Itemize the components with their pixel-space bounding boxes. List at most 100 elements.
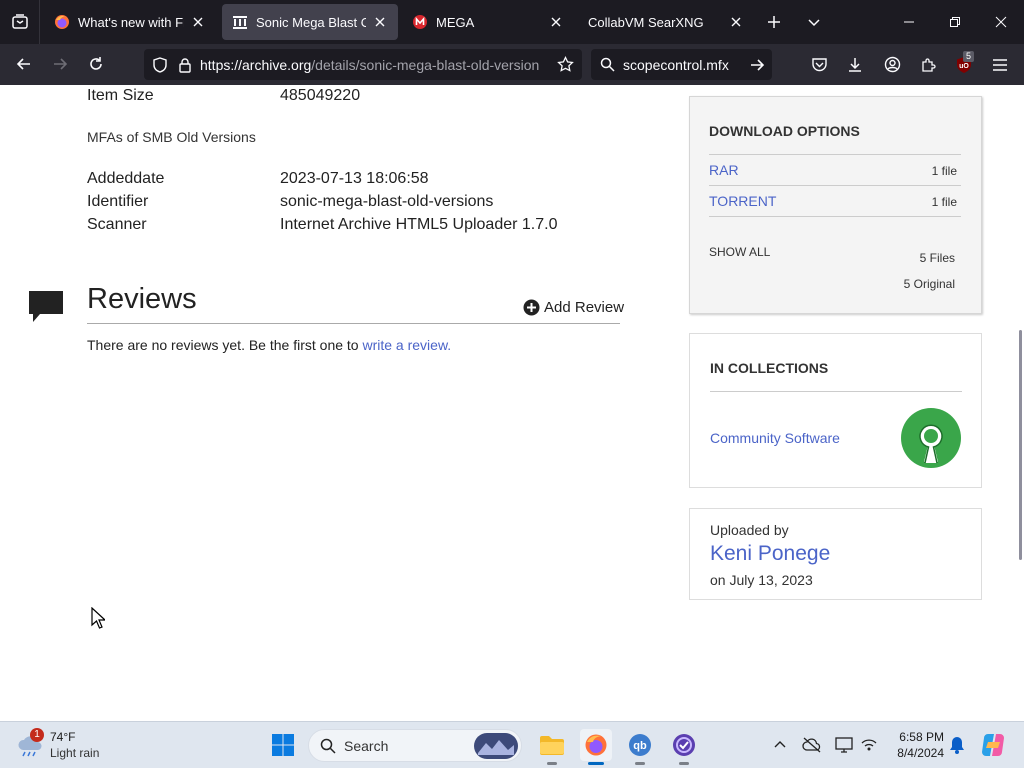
reviews-heading: Reviews	[87, 283, 197, 315]
new-tab-button[interactable]	[754, 0, 794, 44]
write-review-link[interactable]: write a review.	[362, 337, 451, 353]
show-hidden-icons-button[interactable]	[769, 734, 791, 756]
reload-button[interactable]	[78, 46, 114, 82]
close-window-button[interactable]	[978, 0, 1024, 44]
metadata-value: Internet Archive HTML5 Uploader 1.7.0	[280, 216, 558, 233]
taskbar-app[interactable]	[668, 729, 700, 765]
url-path: /details/sonic-mega-blast-old-version	[311, 56, 540, 73]
svg-text:qb: qb	[633, 740, 647, 752]
add-review-button[interactable]: Add Review	[523, 299, 624, 316]
tracking-protection-shield-icon[interactable]	[152, 56, 168, 73]
tab-sonic-mega-blast[interactable]: Sonic Mega Blast Old V	[222, 4, 398, 40]
url-bar[interactable]: https://archive.org/details/sonic-mega-b…	[144, 49, 582, 80]
bookmark-star-icon[interactable]	[557, 56, 574, 73]
tab-title: Sonic Mega Blast Old V	[256, 14, 366, 30]
add-review-label: Add Review	[544, 299, 625, 316]
format-file-count: 1 file	[931, 164, 957, 178]
puzzle-icon	[922, 57, 936, 72]
collection-link-community-software[interactable]: Community Software	[710, 430, 840, 446]
display-tray-icon[interactable]	[833, 734, 855, 756]
search-icon	[600, 57, 615, 72]
navigation-toolbar: https://archive.org/details/sonic-mega-b…	[0, 44, 1024, 85]
total-files-link[interactable]: 5 Files	[920, 251, 955, 265]
account-icon	[884, 56, 900, 73]
tab-overview-icon	[11, 14, 28, 29]
start-button[interactable]	[267, 729, 299, 761]
forward-button[interactable]	[42, 46, 78, 82]
running-indicator	[547, 762, 557, 765]
onedrive-tray-icon[interactable]	[801, 734, 823, 756]
running-indicator	[679, 762, 689, 765]
bell-icon	[950, 737, 964, 754]
app-menu-button[interactable]	[985, 49, 1015, 80]
tab-collabvm-searxng[interactable]: CollabVM SearXNG	[578, 4, 754, 40]
cloud-offline-icon	[802, 737, 821, 753]
hamburger-menu-icon	[993, 58, 1007, 71]
folder-icon	[540, 736, 564, 755]
minimize-icon	[904, 21, 914, 23]
tab-firefox-whats-new[interactable]: What's new with Firefo	[44, 4, 216, 40]
close-tab-icon[interactable]	[372, 14, 388, 30]
taskbar-search-box[interactable]: Search	[308, 729, 522, 762]
metadata-label: Identifier	[87, 193, 149, 210]
weather-widget[interactable]: 1 74°F Light rain	[16, 728, 126, 764]
original-files-link[interactable]: 5 Original	[904, 277, 955, 291]
copilot-button[interactable]	[980, 732, 1006, 758]
chevron-up-icon	[774, 741, 786, 748]
format-link-rar[interactable]: RAR	[709, 162, 739, 178]
list-all-tabs-button[interactable]	[794, 0, 834, 44]
item-size-value: 485049220	[280, 87, 361, 104]
plus-circle-icon	[523, 299, 540, 316]
restore-icon	[950, 17, 960, 27]
item-notes: MFAs of SMB Old Versions	[87, 129, 256, 145]
chevron-down-icon	[808, 19, 820, 27]
divider	[709, 216, 961, 217]
network-tray-icon[interactable]	[858, 734, 880, 756]
close-tab-icon[interactable]	[728, 14, 744, 30]
taskbar-qbittorrent[interactable]: qb	[624, 729, 656, 765]
uploaded-by-label: Uploaded by	[710, 522, 789, 538]
windows-logo-icon	[272, 734, 294, 756]
account-button[interactable]	[877, 49, 907, 80]
metadata-label: Scanner	[87, 216, 147, 233]
pocket-button[interactable]	[804, 49, 834, 80]
url-host: https://archive.org	[200, 56, 312, 73]
scrollbar-thumb[interactable]	[1019, 330, 1022, 560]
tab-mega[interactable]: MEGA	[402, 4, 574, 40]
back-button[interactable]	[6, 46, 42, 82]
format-link-torrent[interactable]: TORRENT	[709, 193, 776, 209]
tab-title: CollabVM SearXNG	[588, 14, 704, 30]
format-file-count: 1 file	[931, 195, 957, 209]
tab-overview-button[interactable]	[0, 0, 40, 44]
download-format-row[interactable]: TORRENT 1 file	[709, 185, 961, 216]
show-all-link[interactable]: SHOW ALL	[709, 245, 770, 259]
download-format-row[interactable]: RAR 1 file	[709, 154, 961, 185]
notifications-button[interactable]	[946, 734, 968, 756]
taskbar-firefox[interactable]	[580, 729, 612, 765]
firefox-icon	[55, 15, 69, 29]
ublock-origin-button[interactable]: uO 5	[949, 49, 979, 80]
download-options-panel: DOWNLOAD OPTIONS RAR 1 file TORRENT 1 fi…	[689, 96, 982, 314]
no-reviews-text: There are no reviews yet. Be the first o…	[87, 337, 451, 353]
downloads-button[interactable]	[840, 49, 870, 80]
extensions-button[interactable]	[913, 49, 943, 80]
open-source-logo-icon[interactable]	[900, 407, 962, 469]
uploader-name-link[interactable]: Keni Ponege	[710, 542, 830, 566]
page-scrollbar[interactable]	[1016, 85, 1024, 721]
restore-button[interactable]	[932, 0, 978, 44]
uploader-panel: Uploaded by Keni Ponege on July 13, 2023	[689, 508, 982, 600]
taskbar-file-explorer[interactable]	[536, 729, 568, 765]
search-go-button[interactable]	[742, 49, 772, 80]
metadata-value: 2023-07-13 18:06:58	[280, 170, 429, 187]
search-highlight-icon	[474, 732, 518, 759]
network-icon	[861, 739, 877, 751]
clock[interactable]: 6:58 PM 8/4/2024	[888, 728, 944, 764]
url-text[interactable]: https://archive.org/details/sonic-mega-b…	[200, 57, 540, 73]
page-content: Item Size 485049220 MFAs of SMB Old Vers…	[0, 85, 1016, 721]
minimize-button[interactable]	[886, 0, 932, 44]
close-tab-icon[interactable]	[548, 14, 564, 30]
search-icon	[320, 738, 336, 754]
tab-title: MEGA	[436, 14, 475, 30]
close-tab-icon[interactable]	[190, 14, 206, 30]
lock-icon[interactable]	[178, 57, 192, 73]
